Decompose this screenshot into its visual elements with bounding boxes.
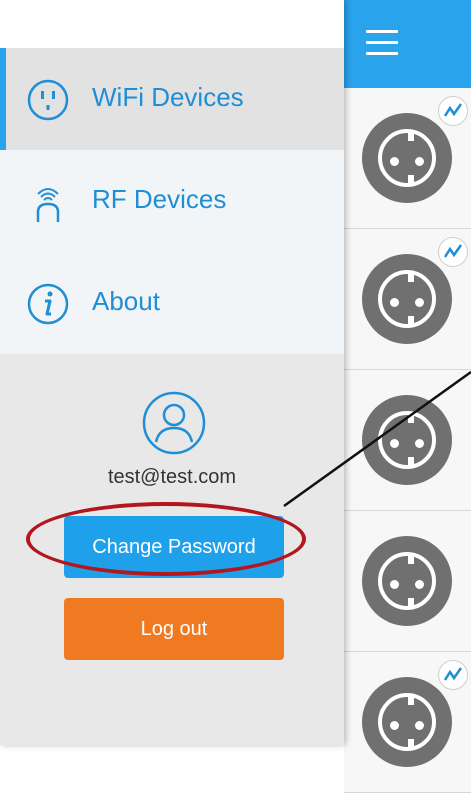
logout-button[interactable]: Log out	[64, 598, 284, 660]
chart-icon[interactable]	[438, 96, 468, 126]
device-row[interactable]	[344, 511, 471, 652]
device-list-panel	[344, 0, 471, 793]
power-socket-icon	[362, 395, 452, 485]
device-row[interactable]	[344, 370, 471, 511]
chart-icon[interactable]	[438, 660, 468, 690]
nav-label: About	[92, 286, 160, 316]
chart-icon[interactable]	[438, 237, 468, 267]
nav-label: WiFi Devices	[92, 82, 244, 112]
power-socket-icon	[362, 113, 452, 203]
nav-item-rf-devices[interactable]: RF Devices	[0, 150, 344, 252]
device-row[interactable]	[344, 229, 471, 370]
nav-label: RF Devices	[92, 184, 227, 214]
power-socket-icon	[362, 677, 452, 767]
drawer-header	[0, 0, 344, 48]
device-row[interactable]	[344, 88, 471, 229]
user-email: test@test.com	[107, 466, 237, 488]
power-socket-icon	[362, 536, 452, 626]
top-app-bar	[344, 0, 471, 88]
device-row[interactable]	[344, 652, 471, 793]
change-password-button[interactable]: Change Password	[64, 516, 284, 578]
nav-item-wifi-devices[interactable]: WiFi Devices	[0, 48, 344, 150]
account-section: test@test.com Change Password Log out	[0, 360, 344, 745]
user-avatar-icon	[142, 391, 206, 455]
power-socket-icon	[362, 254, 452, 344]
navigation-drawer: WiFi Devices RF Devices About test@test.…	[0, 0, 344, 745]
nav-item-about[interactable]: About	[0, 252, 344, 354]
info-icon	[27, 283, 69, 325]
menu-icon[interactable]	[366, 30, 398, 56]
rf-signal-icon	[36, 188, 60, 222]
plug-outlet-icon	[27, 79, 69, 121]
